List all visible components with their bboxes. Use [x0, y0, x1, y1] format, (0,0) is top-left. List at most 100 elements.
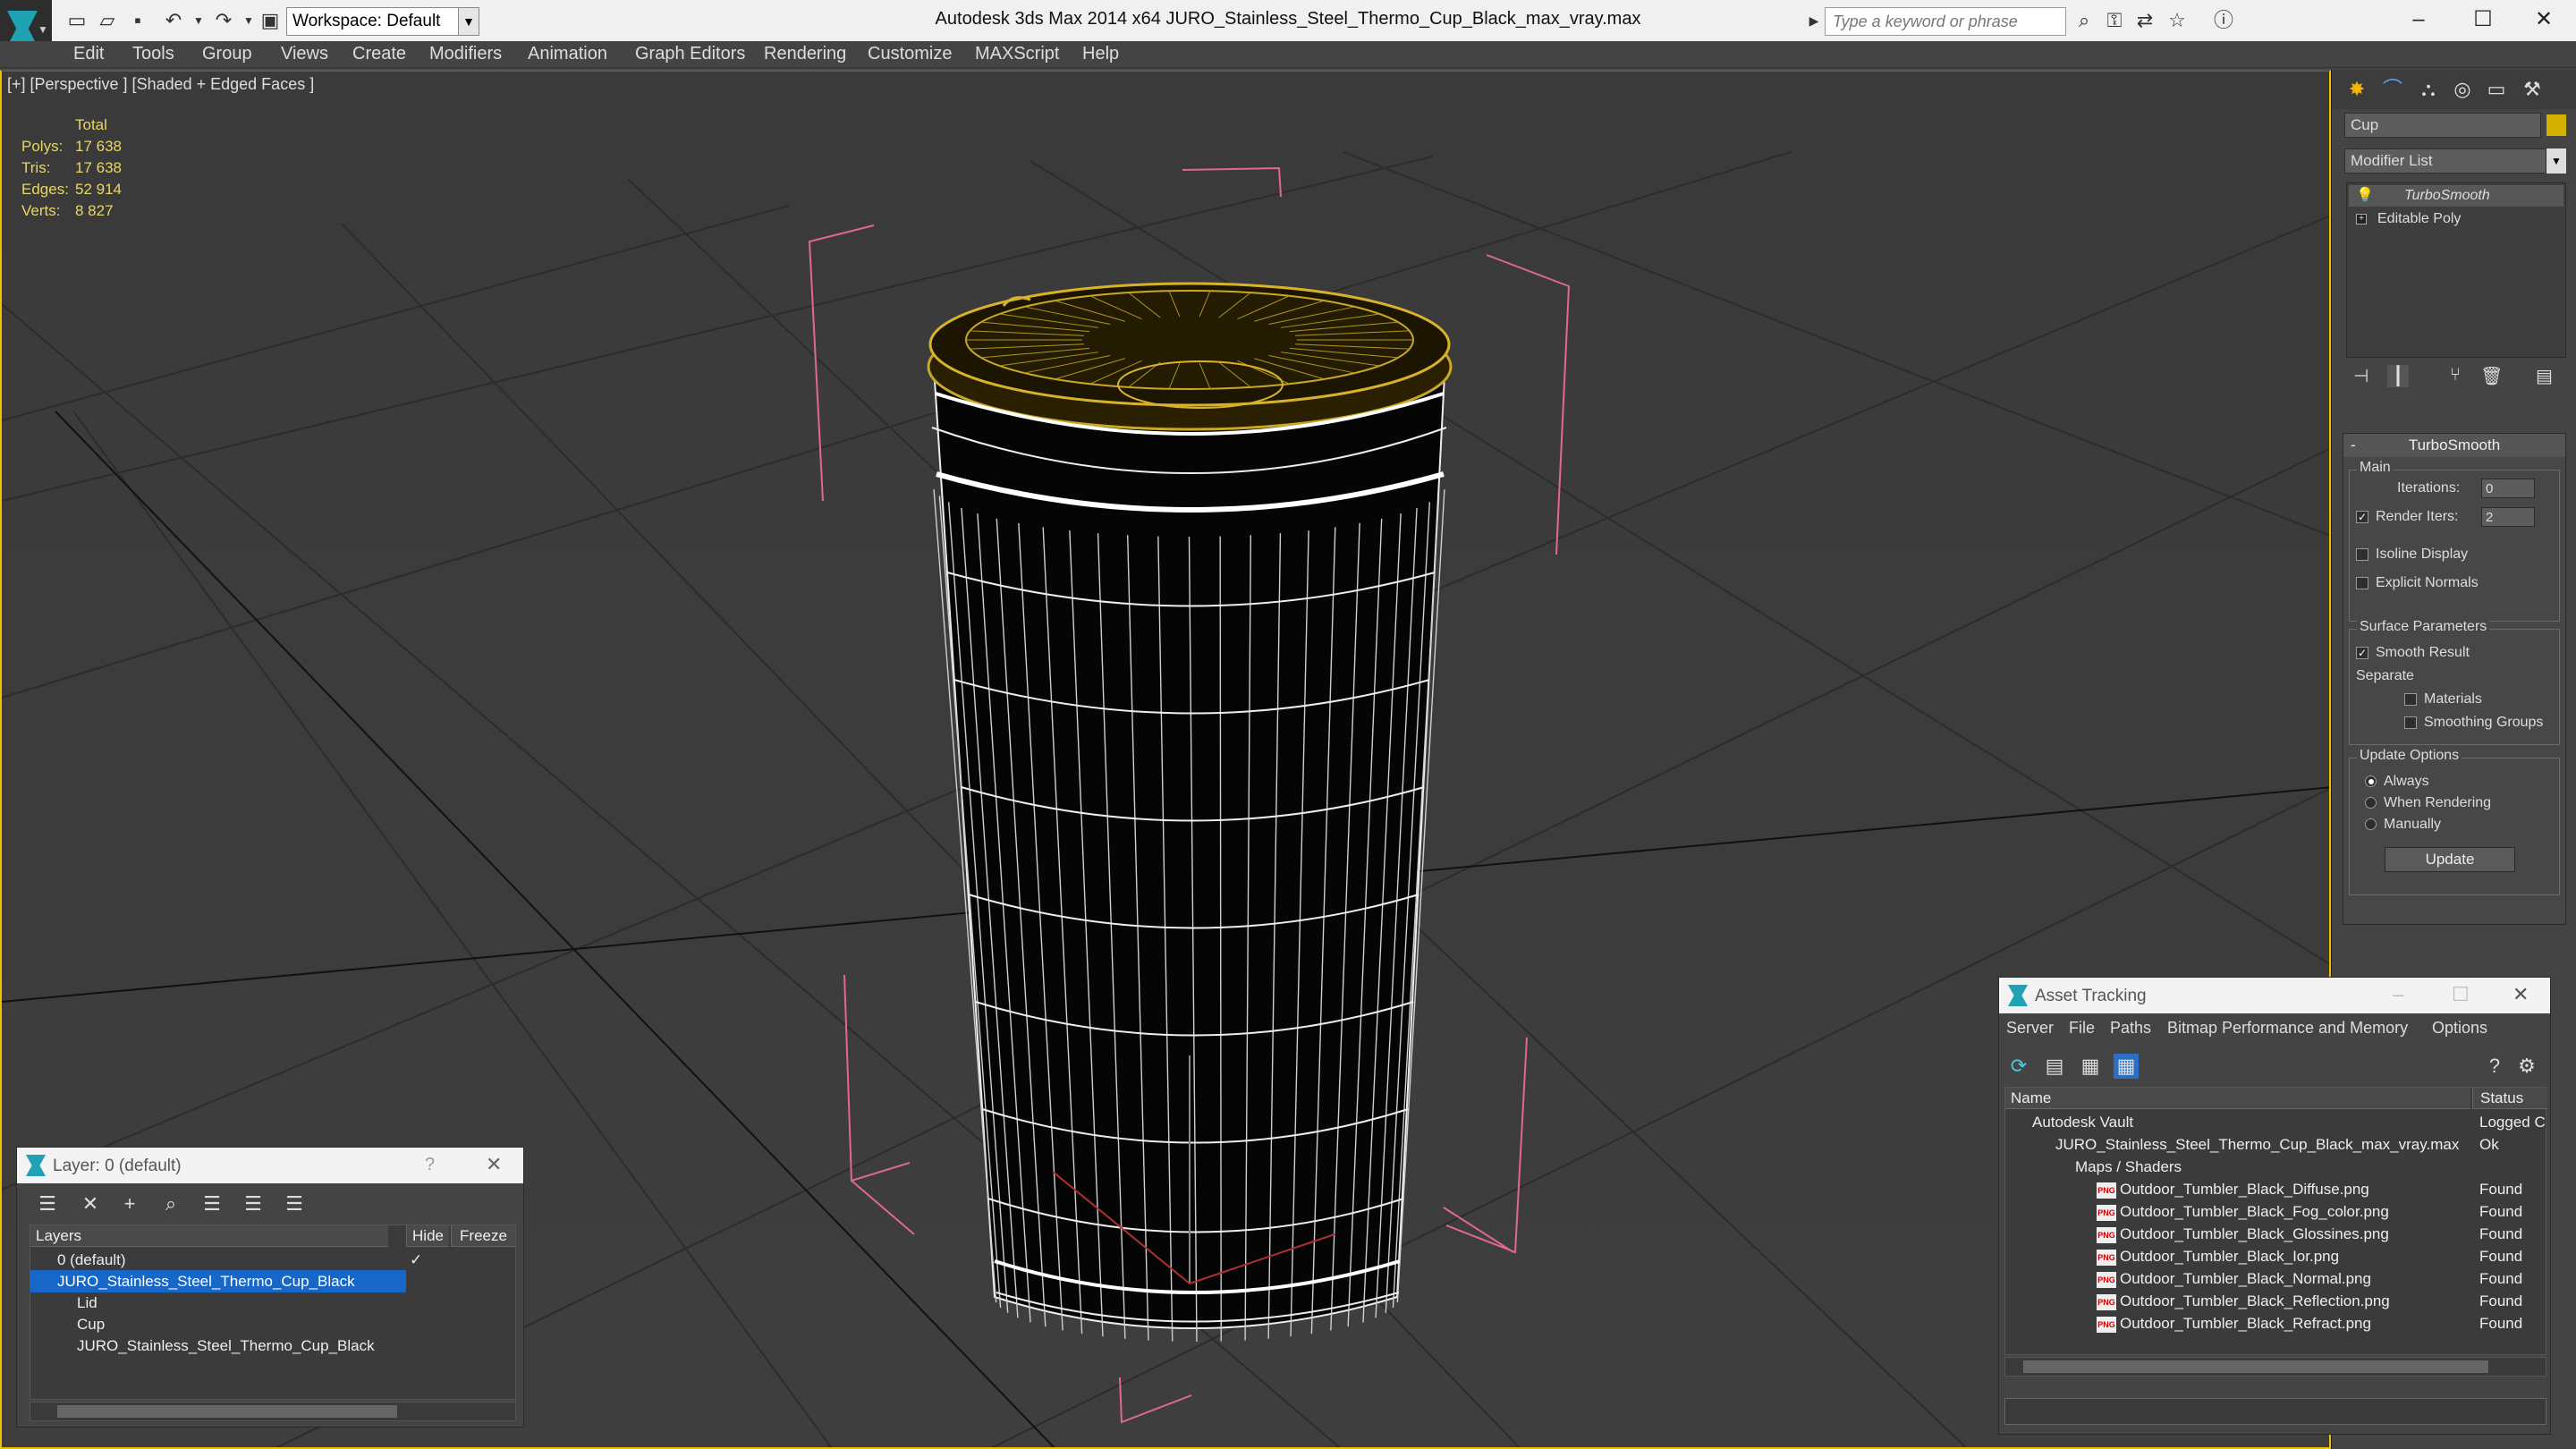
- delete-layer-icon[interactable]: ✕: [78, 1191, 103, 1216]
- hide-all-icon[interactable]: ☰: [282, 1191, 307, 1216]
- create-tab-icon[interactable]: ✸: [2341, 75, 2373, 104]
- menu-edit[interactable]: Edit: [73, 44, 104, 64]
- utilities-tab-icon[interactable]: ⚒: [2516, 75, 2548, 104]
- when-rendering-radio[interactable]: When Rendering: [2365, 795, 2491, 811]
- object-color-swatch[interactable]: [2546, 114, 2566, 136]
- motion-tab-icon[interactable]: ◎: [2446, 75, 2479, 104]
- settings-icon[interactable]: ⚙: [2514, 1054, 2539, 1079]
- thumbnail-view-icon[interactable]: ▦: [2078, 1054, 2103, 1079]
- hierarchy-tab-icon[interactable]: ⛬: [2412, 75, 2445, 104]
- menu-create[interactable]: Create: [352, 44, 406, 64]
- horizontal-scrollbar[interactable]: [30, 1402, 516, 1421]
- display-tab-icon[interactable]: ▭: [2480, 75, 2512, 104]
- render-iters-spinner[interactable]: 2: [2481, 507, 2535, 527]
- expand-icon[interactable]: +: [2356, 214, 2367, 225]
- isoline-display-checkbox[interactable]: Isoline Display: [2356, 547, 2468, 563]
- open-file-icon[interactable]: ▱: [95, 8, 120, 33]
- asset-row[interactable]: PNG Outdoor_Tumbler_Black_Fog_color.png Fo…: [2005, 1200, 2546, 1223]
- expand-search-icon[interactable]: ▶: [1801, 8, 1826, 33]
- help-icon[interactable]: ⓘ: [2211, 8, 2236, 33]
- object-name-field[interactable]: Cup: [2344, 113, 2541, 138]
- menu-customize[interactable]: Customize: [868, 44, 952, 64]
- select-layer-icon[interactable]: ☰: [199, 1191, 225, 1216]
- hide-column-header[interactable]: Hide: [406, 1225, 449, 1247]
- close-icon[interactable]: ✕: [2515, 4, 2572, 38]
- help-icon[interactable]: ?: [2482, 1054, 2507, 1079]
- layers-column-header[interactable]: Layers: [30, 1225, 388, 1247]
- stack-item-editable-poly[interactable]: + Editable Poly: [2349, 208, 2563, 230]
- asset-window-titlebar[interactable]: Asset Tracking – ☐ ✕: [1999, 978, 2550, 1013]
- asset-row[interactable]: Maps / Shaders: [2005, 1156, 2546, 1178]
- modify-tab-icon[interactable]: ⌒: [2377, 75, 2409, 104]
- workspace-dropdown[interactable]: Workspace: Default: [286, 7, 465, 36]
- save-icon[interactable]: ▪: [125, 8, 150, 33]
- configure-sets-icon[interactable]: ▤: [2536, 365, 2553, 387]
- smooth-result-checkbox[interactable]: ✓ Smooth Result: [2356, 645, 2470, 661]
- asset-row[interactable]: PNG Outdoor_Tumbler_Black_Glossines.png Fo…: [2005, 1223, 2546, 1245]
- close-icon[interactable]: ✕: [486, 1153, 502, 1176]
- menu-views[interactable]: Views: [281, 44, 328, 64]
- pin-stack-icon[interactable]: ⊣: [2353, 365, 2368, 387]
- undo-dropdown-icon[interactable]: ▼: [186, 8, 211, 33]
- chevron-down-icon[interactable]: ▼: [2546, 148, 2566, 174]
- redo-icon[interactable]: ↷: [211, 8, 236, 33]
- name-column-header[interactable]: Name: [2005, 1088, 2470, 1109]
- add-layer-icon[interactable]: +: [117, 1191, 142, 1216]
- menu-tools[interactable]: Tools: [132, 44, 174, 64]
- freeze-column-header[interactable]: Freeze: [451, 1225, 515, 1247]
- explicit-normals-checkbox[interactable]: Explicit Normals: [2356, 575, 2479, 591]
- horizontal-scrollbar[interactable]: [2004, 1357, 2546, 1377]
- asset-row[interactable]: PNG Outdoor_Tumbler_Black_Normal.png Found: [2005, 1267, 2546, 1290]
- menu-paths[interactable]: Paths: [2110, 1019, 2151, 1038]
- menu-rendering[interactable]: Rendering: [764, 44, 846, 64]
- binoculars-icon[interactable]: ⌕: [2072, 8, 2097, 33]
- refresh-icon[interactable]: ⟳: [2006, 1054, 2031, 1079]
- layer-row[interactable]: JURO_Stainless_Steel_Thermo_Cup_Black: [30, 1335, 515, 1357]
- make-unique-icon[interactable]: ⑂: [2450, 365, 2461, 386]
- exchange-icon[interactable]: ⇄: [2132, 8, 2157, 33]
- menu-options[interactable]: Options: [2432, 1019, 2487, 1038]
- modifier-list-dropdown[interactable]: Modifier List: [2344, 148, 2546, 174]
- rollout-header[interactable]: - TurboSmooth: [2343, 434, 2565, 457]
- show-end-result-icon[interactable]: ┃: [2387, 365, 2410, 387]
- minimize-icon[interactable]: –: [2390, 4, 2447, 38]
- render-iters-checkbox[interactable]: ✓ Render Iters:: [2356, 509, 2458, 525]
- help-icon[interactable]: ?: [425, 1155, 435, 1175]
- menu-animation[interactable]: Animation: [528, 44, 607, 64]
- always-radio[interactable]: Always: [2365, 774, 2429, 790]
- menu-maxscript[interactable]: MAXScript: [975, 44, 1059, 64]
- menu-group[interactable]: Group: [202, 44, 252, 64]
- asset-row[interactable]: PNG Outdoor_Tumbler_Black_Reflection.png F…: [2005, 1290, 2546, 1312]
- menu-bitmap-performance[interactable]: Bitmap Performance and Memory: [2167, 1019, 2408, 1038]
- close-icon[interactable]: ✕: [2512, 983, 2529, 1006]
- smoothing-groups-checkbox[interactable]: Smoothing Groups: [2404, 715, 2543, 731]
- stack-item-turbosmooth[interactable]: 💡 TurboSmooth: [2349, 185, 2563, 207]
- menu-file[interactable]: File: [2069, 1019, 2095, 1038]
- scrollbar-thumb[interactable]: [57, 1405, 397, 1418]
- menu-graph-editors[interactable]: Graph Editors: [635, 44, 745, 64]
- new-file-icon[interactable]: ▭: [64, 8, 89, 33]
- iterations-spinner[interactable]: 0: [2481, 479, 2535, 498]
- chevron-down-icon[interactable]: ▼: [458, 7, 479, 36]
- undo-icon[interactable]: ↶: [161, 8, 186, 33]
- materials-checkbox[interactable]: Materials: [2404, 691, 2482, 708]
- highlight-layer-icon[interactable]: ☰: [241, 1191, 266, 1216]
- asset-row[interactable]: PNG Outdoor_Tumbler_Black_Diffuse.png Foun…: [2005, 1178, 2546, 1200]
- project-folder-icon[interactable]: ▣: [258, 8, 283, 33]
- viewport-label[interactable]: [+] [Perspective ] [Shaded + Edged Faces…: [7, 75, 314, 94]
- scrollbar-thumb[interactable]: [2023, 1360, 2488, 1373]
- menu-server[interactable]: Server: [2006, 1019, 2054, 1038]
- table-view-icon[interactable]: ▦: [2114, 1054, 2139, 1079]
- select-objects-icon[interactable]: ⌕: [158, 1191, 183, 1216]
- layer-window-titlebar[interactable]: Layer: 0 (default) ? ✕: [17, 1148, 523, 1183]
- list-view-icon[interactable]: ▤: [2042, 1054, 2067, 1079]
- search-input[interactable]: Type a keyword or phrase: [1825, 7, 2066, 36]
- key-icon[interactable]: ⚿: [2102, 8, 2127, 33]
- manually-radio[interactable]: Manually: [2365, 817, 2441, 833]
- lightbulb-icon[interactable]: 💡: [2356, 185, 2374, 207]
- update-button[interactable]: Update: [2385, 847, 2515, 872]
- menu-modifiers[interactable]: Modifiers: [429, 44, 502, 64]
- asset-row[interactable]: Autodesk Vault Logged C: [2005, 1111, 2546, 1133]
- layer-row[interactable]: 0 (default) ✓: [30, 1249, 515, 1271]
- asset-row[interactable]: PNG Outdoor_Tumbler_Black_Refract.png Foun…: [2005, 1312, 2546, 1335]
